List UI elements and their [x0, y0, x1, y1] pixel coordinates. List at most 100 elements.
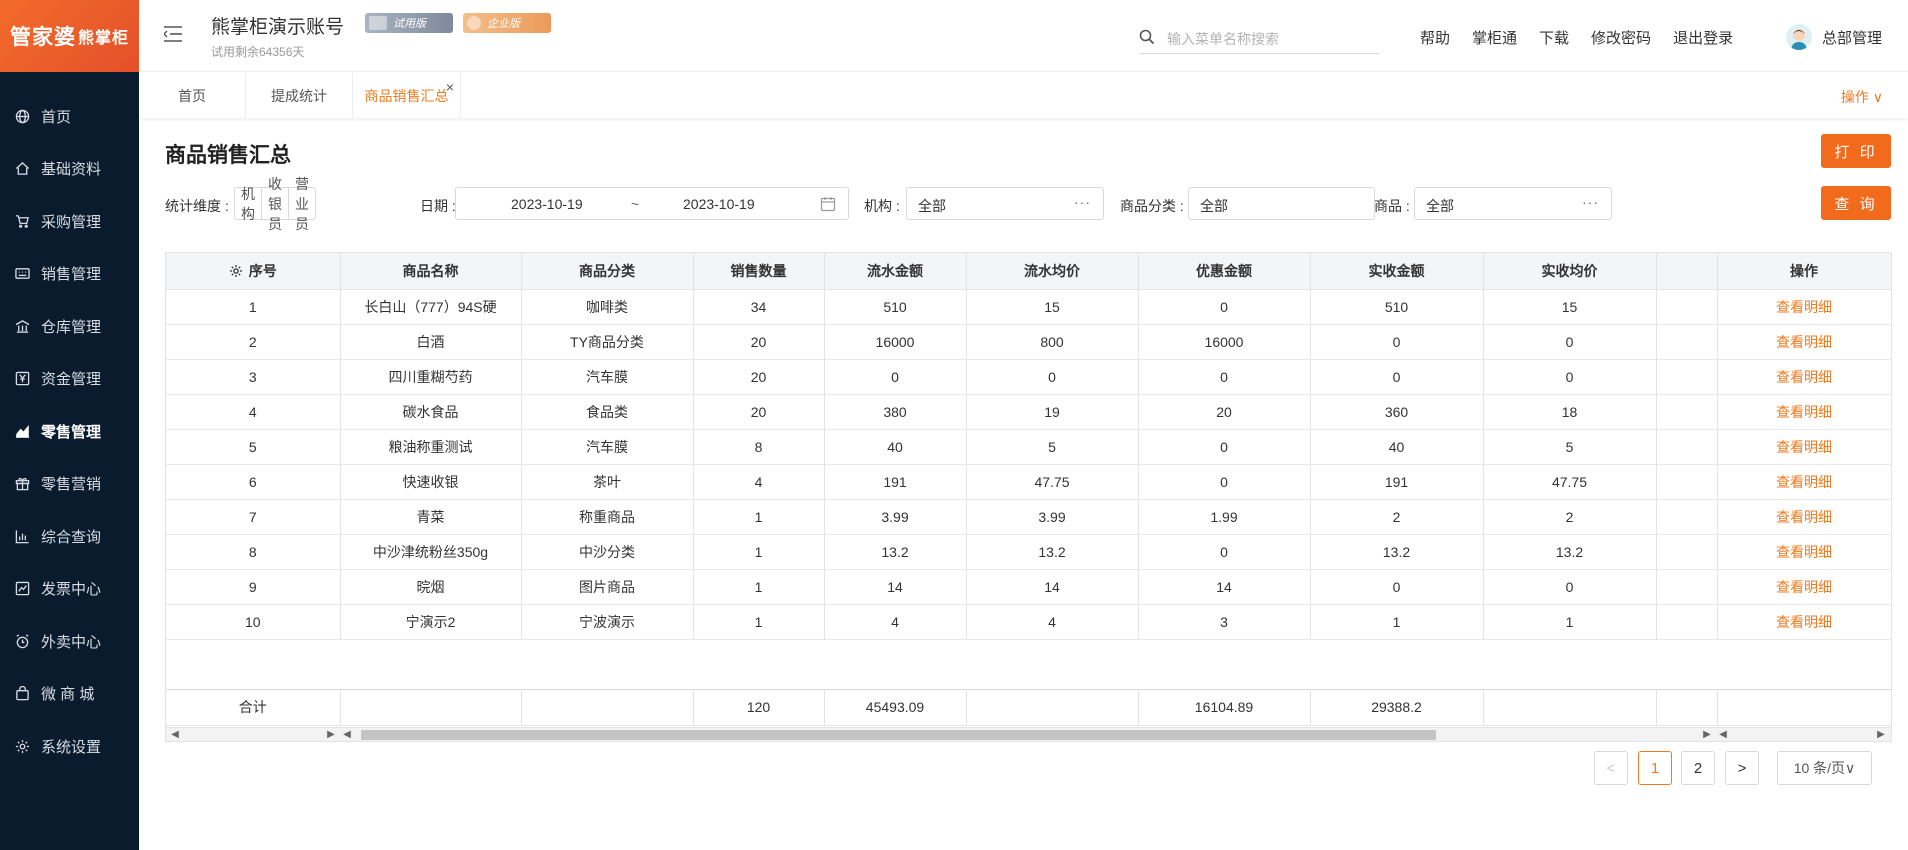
user-name: 总部管理: [1822, 29, 1883, 47]
table-row: 6 快速收银 茶叶 4 191 47.75 0 191 47.75 查看明细: [166, 464, 1892, 500]
help-link[interactable]: 帮助: [1420, 27, 1450, 48]
table-cell: 19: [966, 394, 1139, 430]
view-detail-link[interactable]: 查看明细: [1717, 534, 1892, 570]
column-header-received-avg-price[interactable]: 实收均价: [1483, 253, 1657, 290]
view-detail-link[interactable]: 查看明细: [1717, 569, 1892, 605]
view-detail-link[interactable]: 查看明细: [1717, 604, 1892, 640]
date-label: 日期 :: [420, 198, 456, 214]
column-header-index[interactable]: 序号: [166, 253, 341, 290]
enterprise-badge-label: 企业版: [487, 18, 520, 30]
logout-link[interactable]: 退出登录: [1673, 27, 1733, 48]
product-select[interactable]: 全部 ···: [1414, 187, 1612, 220]
search-icon: [1139, 29, 1155, 45]
page-size-select[interactable]: 10 条/页∨: [1777, 751, 1872, 785]
sidebar-item-label: 综合查询: [41, 528, 102, 546]
sidebar-item-2[interactable]: 采购管理: [0, 195, 139, 248]
page-2-button[interactable]: 2: [1681, 751, 1715, 785]
gear-icon: [14, 738, 30, 754]
column-header-quantity[interactable]: 销售数量: [693, 253, 825, 290]
print-button[interactable]: 打 印: [1821, 134, 1891, 168]
view-detail-link[interactable]: 查看明细: [1717, 359, 1892, 395]
table-row: 1 长白山（777）94S硬 咖啡类 34 510 15 0 510 15 查看明细: [166, 289, 1892, 325]
page-1-button[interactable]: 1: [1638, 751, 1672, 785]
search-input[interactable]: [1167, 26, 1377, 52]
view-detail-link[interactable]: 查看明细: [1717, 394, 1892, 430]
sidebar-item-9[interactable]: 发票中心: [0, 563, 139, 616]
sales-table-container: 序号 商品名称 商品分类 销售数量 流水金额 流水均价 优惠金额 实收金额 实收…: [165, 252, 1892, 742]
table-cell: 晥烟: [340, 569, 522, 605]
table-cell: 碳水食品: [340, 394, 522, 430]
scroll-right-icon[interactable]: ▶: [1700, 728, 1714, 741]
table-cell: 360: [1310, 394, 1484, 430]
logo: 管家婆 熊掌柜: [0, 0, 139, 72]
org-select[interactable]: 全部 ···: [906, 187, 1104, 220]
dimension-salesperson-option[interactable]: 营业员: [289, 176, 315, 232]
sidebar-item-1[interactable]: 基础资料: [0, 143, 139, 196]
tab-commission-stats[interactable]: 提成统计: [246, 73, 353, 118]
scroll-left-icon[interactable]: ◀: [1716, 728, 1730, 741]
column-header-received-amount[interactable]: 实收金额: [1310, 253, 1484, 290]
view-detail-link[interactable]: 查看明细: [1717, 499, 1892, 535]
zhanggui-link[interactable]: 掌柜通: [1472, 27, 1517, 48]
table-cell: 7: [166, 499, 341, 535]
sidebar-item-5[interactable]: 资金管理: [0, 353, 139, 406]
avatar: [1786, 24, 1812, 50]
change-password-link[interactable]: 修改密码: [1591, 27, 1651, 48]
scroll-left-icon[interactable]: ◀: [340, 728, 354, 741]
table-cell: 0: [1483, 569, 1657, 605]
scrollbar-thumb[interactable]: [361, 730, 1436, 740]
category-select[interactable]: 全部: [1188, 187, 1375, 220]
view-detail-link[interactable]: 查看明细: [1717, 464, 1892, 500]
sidebar-item-8[interactable]: 综合查询: [0, 510, 139, 563]
table-cell: 青菜: [340, 499, 522, 535]
table-cell: 16000: [1138, 324, 1311, 360]
column-header-actions: 操作: [1717, 253, 1892, 290]
sidebar-item-6[interactable]: 零售管理: [0, 405, 139, 458]
dimension-org-option[interactable]: 机构: [235, 186, 262, 222]
download-link[interactable]: 下载: [1539, 27, 1569, 48]
column-header-gross-amount[interactable]: 流水金额: [824, 253, 967, 290]
sidebar-item-7[interactable]: 零售营销: [0, 458, 139, 511]
column-header-discount[interactable]: 优惠金额: [1138, 253, 1311, 290]
column-header-product-name[interactable]: 商品名称: [340, 253, 522, 290]
dimension-cashier-option[interactable]: 收银员: [262, 176, 289, 232]
sidebar-item-4[interactable]: 仓库管理: [0, 300, 139, 353]
close-icon[interactable]: ×: [446, 79, 454, 95]
scroll-right-icon[interactable]: ▶: [1874, 728, 1888, 741]
table-row: 5 粮油称重测试 汽车膜 8 40 5 0 40 5 查看明细: [166, 429, 1892, 465]
table-cell: 四川重糊芍药: [340, 359, 522, 395]
horizontal-scrollbar[interactable]: ◀ ▶ ◀ ▶ ◀ ▶: [166, 727, 1891, 741]
column-header-category[interactable]: 商品分类: [521, 253, 694, 290]
tab-product-sales-summary[interactable]: 商品销售汇总 ×: [353, 73, 461, 118]
view-detail-link[interactable]: 查看明细: [1717, 289, 1892, 325]
sidebar-item-12[interactable]: 系统设置: [0, 720, 139, 773]
date-range-picker[interactable]: 2023-10-19 ~ 2023-10-19: [455, 187, 849, 220]
table-cell: 191: [824, 464, 967, 500]
tab-home[interactable]: 首页: [139, 73, 246, 118]
sidebar-item-11[interactable]: 微 商 城: [0, 668, 139, 721]
column-header-gross-avg-price[interactable]: 流水均价: [966, 253, 1139, 290]
table-cell: [1656, 604, 1718, 640]
tab-operations-dropdown[interactable]: 操作 ∨: [1841, 87, 1883, 107]
header-links: 帮助 掌柜通 下载 修改密码 退出登录: [1420, 27, 1755, 48]
sidebar-item-10[interactable]: 外卖中心: [0, 615, 139, 668]
view-detail-link[interactable]: 查看明细: [1717, 324, 1892, 360]
sidebar-item-label: 外卖中心: [41, 633, 102, 651]
menu-toggle-icon[interactable]: [164, 26, 182, 42]
scroll-left-icon[interactable]: ◀: [168, 728, 182, 741]
sidebar-item-label: 仓库管理: [41, 318, 102, 336]
view-detail-link[interactable]: 查看明细: [1717, 429, 1892, 465]
table-cell: 800: [966, 324, 1139, 360]
table-cell: 380: [824, 394, 967, 430]
next-page-button[interactable]: >: [1725, 751, 1759, 785]
sidebar-item-0[interactable]: 首页: [0, 90, 139, 143]
table-cell: 0: [1483, 324, 1657, 360]
table-cell: [1656, 289, 1718, 325]
table-cell: 3: [1138, 604, 1311, 640]
user-menu[interactable]: 总部管理: [1786, 24, 1882, 50]
sidebar-item-3[interactable]: 销售管理: [0, 248, 139, 301]
prev-page-button[interactable]: <: [1594, 751, 1628, 785]
scroll-right-icon[interactable]: ▶: [324, 728, 338, 741]
column-settings-icon[interactable]: [229, 264, 243, 278]
query-button[interactable]: 查 询: [1821, 186, 1891, 220]
